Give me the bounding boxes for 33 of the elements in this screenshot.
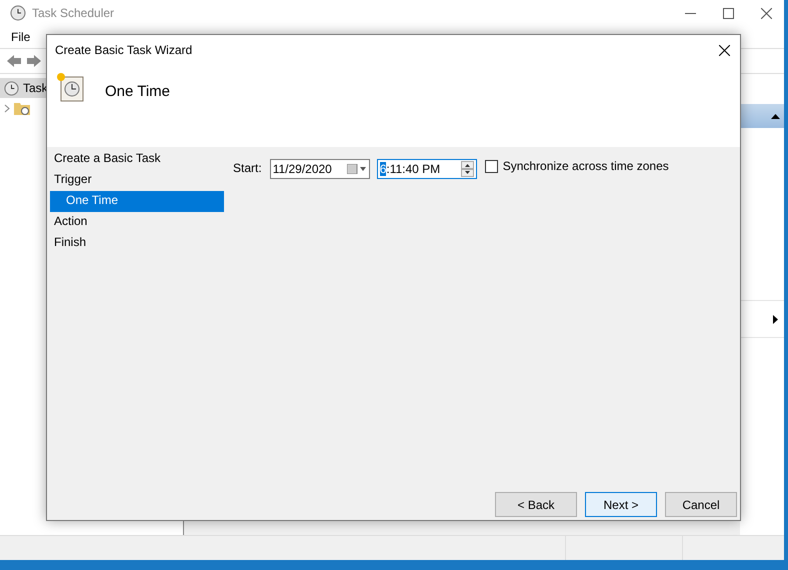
close-icon[interactable] <box>761 8 772 18</box>
time-field[interactable]: 6:11:40 PM <box>376 159 477 179</box>
start-label: Start: <box>233 161 262 175</box>
calendar-clock-icon <box>55 71 85 103</box>
wizard-step[interactable]: Trigger <box>50 170 224 191</box>
wizard-step[interactable]: One Time <box>50 191 224 212</box>
minimize-icon[interactable] <box>685 12 696 14</box>
folder-icon[interactable] <box>14 101 30 115</box>
checkbox-label: Synchronize across time zones <box>502 159 669 173</box>
calendar-dropdown-icon[interactable] <box>346 164 367 174</box>
wizard-step[interactable]: Create a Basic Task <box>50 149 224 170</box>
submenu-arrow-icon[interactable] <box>773 314 778 324</box>
dialog-title: Create Basic Task Wizard <box>55 43 192 57</box>
maximize-icon[interactable] <box>723 8 734 18</box>
wizard-step[interactable]: Finish <box>50 233 224 254</box>
collapse-arrow-icon[interactable] <box>771 114 780 118</box>
close-icon[interactable] <box>719 44 730 56</box>
window-title: Task Scheduler <box>32 6 114 20</box>
clock-icon <box>4 80 19 96</box>
forward-arrow-icon[interactable] <box>26 54 42 68</box>
wizard-heading: One Time <box>105 83 170 100</box>
chevron-icon[interactable] <box>4 104 10 112</box>
wizard-button[interactable]: < Back <box>495 492 577 517</box>
wizard-button[interactable]: Cancel <box>665 492 737 517</box>
panel-header[interactable] <box>740 104 784 128</box>
checkbox[interactable] <box>484 160 498 172</box>
app-icon <box>10 5 26 21</box>
wizard-step[interactable]: Action <box>50 212 224 233</box>
wizard-button[interactable]: Next > <box>585 492 657 517</box>
menu-item[interactable]: File <box>11 30 30 44</box>
back-arrow-icon[interactable] <box>6 54 22 68</box>
date-picker[interactable]: 11/29/2020 <box>270 159 370 179</box>
spinner-icon[interactable] <box>460 161 474 177</box>
